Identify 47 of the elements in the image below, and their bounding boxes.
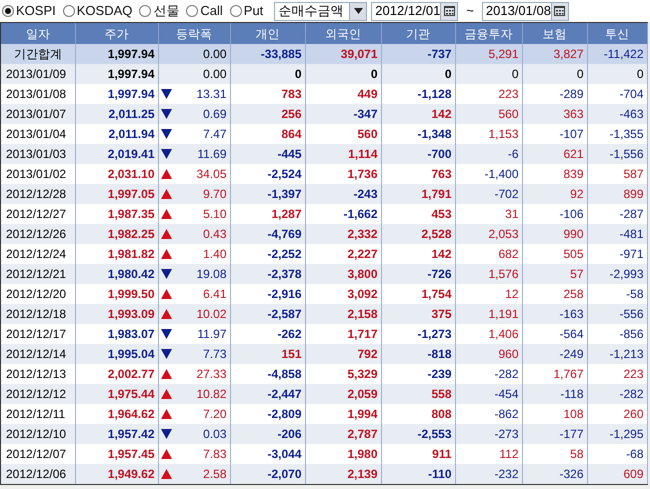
change-value: 1.40 (203, 246, 226, 263)
change-value: 0.69 (203, 106, 226, 123)
flow-cell: -110 (381, 464, 455, 484)
price-cell: 1,949.62 (75, 464, 158, 484)
change-value: 5.10 (203, 206, 226, 223)
radio-button[interactable] (186, 5, 198, 17)
change-value: 6.41 (203, 286, 226, 303)
radio-label[interactable]: Call (200, 1, 223, 21)
change-value: 34.05 (196, 166, 226, 183)
radio-button[interactable] (2, 5, 14, 17)
calendar-icon[interactable] (554, 6, 566, 16)
change-value: 11.69 (197, 146, 226, 163)
change-value: 19.08 (196, 266, 226, 283)
change-value: 13.31 (196, 86, 226, 103)
dropdown-arrow-icon (354, 8, 363, 14)
range-separator: ~ (465, 2, 475, 20)
change-value: 9.70 (203, 186, 226, 203)
radio-label[interactable]: KOSPI (16, 1, 56, 21)
change-value: 0.43 (203, 226, 226, 243)
date-field[interactable]: 2012/12/01 (371, 2, 458, 20)
change-value: 7.73 (203, 346, 226, 363)
change-value: 10.02 (196, 306, 226, 323)
change-value: 0.03 (203, 426, 226, 443)
measure-dropdown[interactable]: 순매수금액 (274, 2, 368, 20)
flow-cell: 2,139 (305, 464, 381, 484)
change-value: 7.20 (203, 406, 226, 423)
change-value: 7.47 (203, 126, 226, 143)
radio-button[interactable] (139, 5, 152, 17)
radio-button[interactable] (230, 5, 242, 17)
change-value: 11.97 (197, 326, 226, 343)
flow-cell: -326 (522, 464, 587, 484)
radio-label[interactable]: Put (244, 1, 264, 21)
flow-cell: -232 (455, 464, 522, 484)
change-value: 10.82 (196, 386, 226, 403)
date-field[interactable]: 2013/01/08 (482, 2, 569, 20)
change-value: 0.00 (203, 46, 226, 63)
flow-cell: 609 (587, 464, 647, 484)
radio-label[interactable]: KOSDAQ (76, 1, 132, 21)
radio-label[interactable]: 선물 (153, 1, 180, 21)
flow-cell: -2,070 (230, 464, 305, 484)
change-value: 7.83 (203, 446, 226, 463)
change-value: 2.58 (203, 466, 226, 483)
change-value: 0.00 (203, 66, 226, 83)
date-cell: 2012/12/06 (1, 464, 75, 484)
radio-button[interactable] (62, 5, 75, 17)
calendar-icon[interactable] (444, 6, 455, 16)
change-value: 27.33 (196, 366, 226, 383)
